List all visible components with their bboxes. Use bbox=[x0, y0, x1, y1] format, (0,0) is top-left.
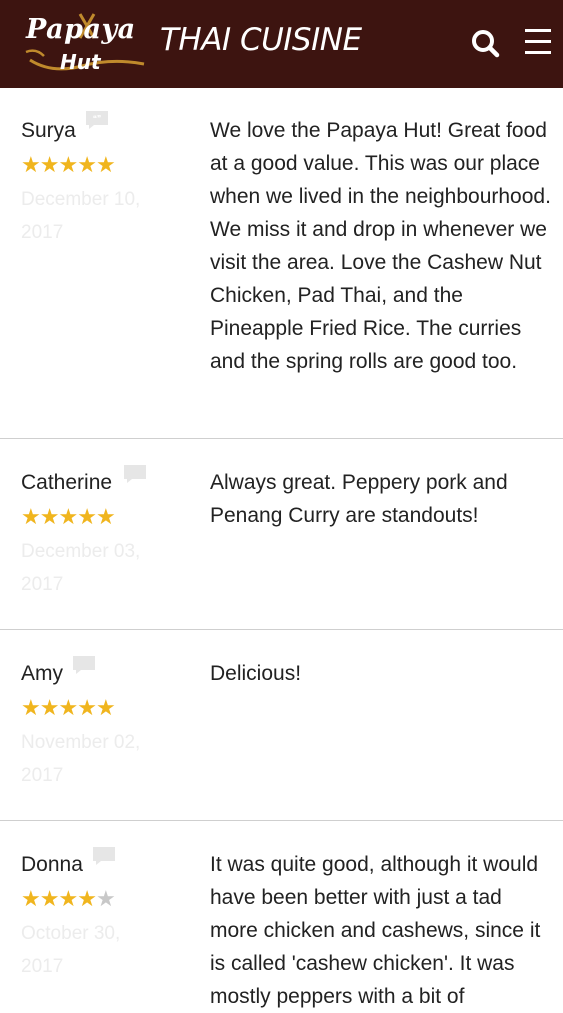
star-icon: ★ bbox=[39, 695, 60, 720]
search-button[interactable] bbox=[470, 28, 502, 60]
hamburger-menu-icon[interactable] bbox=[523, 29, 553, 59]
menu-bar bbox=[525, 40, 551, 43]
star-icon: ★ bbox=[77, 152, 97, 177]
quote-icon bbox=[93, 847, 115, 865]
review-text: We love the Papaya Hut! Great food at a … bbox=[210, 119, 551, 373]
quote-icon bbox=[73, 656, 95, 674]
logo-subtitle: THAI CUISINE bbox=[160, 22, 362, 58]
review-date: October 30, 2017 bbox=[21, 923, 121, 977]
star-icon: ★ bbox=[95, 152, 116, 177]
logo-text-hut[interactable]: Hut bbox=[60, 50, 101, 74]
menu-bar bbox=[525, 29, 551, 32]
reviewer-name: Surya bbox=[21, 119, 76, 142]
menu-bar bbox=[525, 51, 551, 54]
logo-text-papaya[interactable]: Papaya bbox=[26, 14, 136, 45]
star-icon: ★ bbox=[77, 695, 97, 720]
reviewer-name: Catherine bbox=[21, 471, 113, 494]
star-rating: ★★★★★ bbox=[21, 695, 116, 720]
svg-text:❝❞: ❝❞ bbox=[93, 114, 102, 123]
reviewer-name: Donna bbox=[21, 853, 83, 876]
review-text: Always great. Peppery pork and Penang Cu… bbox=[210, 471, 508, 527]
star-rating: ★★★★★ bbox=[21, 886, 116, 911]
star-icon: ★ bbox=[21, 695, 41, 720]
star-icon: ★ bbox=[21, 886, 41, 911]
star-icon: ★ bbox=[39, 504, 60, 529]
review-date: December 03, 2017 bbox=[21, 541, 141, 595]
star-icon: ★ bbox=[58, 886, 78, 911]
star-icon: ★ bbox=[21, 504, 41, 529]
star-icon: ★ bbox=[77, 886, 97, 911]
search-icon bbox=[472, 30, 500, 58]
star-icon: ★ bbox=[95, 504, 116, 529]
star-icon: ★ bbox=[39, 152, 60, 177]
star-icon: ★ bbox=[77, 504, 97, 529]
quote-icon bbox=[124, 465, 146, 483]
star-icon: ★ bbox=[58, 152, 78, 177]
star-icon: ★ bbox=[58, 504, 78, 529]
reviewer-name: Amy bbox=[21, 662, 63, 685]
star-rating: ★★★★★ bbox=[21, 504, 116, 529]
review-item: Amy ★★★★★ November 02, 2017 Delicious! bbox=[0, 630, 563, 821]
review-date: November 02, 2017 bbox=[21, 732, 141, 786]
star-icon: ★ bbox=[21, 152, 41, 177]
star-icon: ★ bbox=[95, 695, 116, 720]
quote-icon: ❝❞ bbox=[86, 111, 108, 129]
review-date: December 10, 2017 bbox=[21, 189, 141, 243]
review-item: Surya ❝❞ ★★★★★ December 10, 2017 We love… bbox=[0, 88, 563, 439]
review-item: Donna ★★★★★ October 30, 2017 It was quit… bbox=[0, 821, 563, 1008]
site-header: Papaya Hut THAI CUISINE bbox=[0, 0, 563, 88]
review-text: It was quite good, although it would hav… bbox=[210, 853, 541, 1008]
star-empty-icon: ★ bbox=[95, 886, 116, 911]
star-icon: ★ bbox=[39, 886, 60, 911]
review-item: Catherine ★★★★★ December 03, 2017 Always… bbox=[0, 439, 563, 630]
star-rating: ★★★★★ bbox=[21, 152, 116, 177]
review-text: Delicious! bbox=[210, 662, 302, 685]
star-icon: ★ bbox=[58, 695, 78, 720]
